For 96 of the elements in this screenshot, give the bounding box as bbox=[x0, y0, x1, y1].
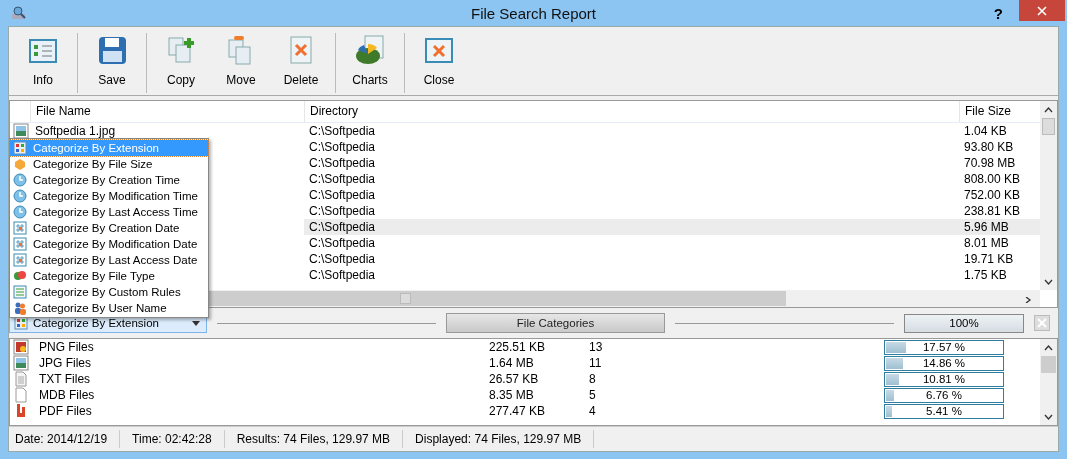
table-cell-text: 1.04 KB bbox=[963, 123, 1008, 139]
vertical-scrollbar[interactable] bbox=[1040, 101, 1057, 290]
calendar-icon bbox=[13, 237, 27, 251]
toolbar-button[interactable]: Info bbox=[13, 31, 73, 95]
documents-icon bbox=[165, 34, 197, 66]
menu-item[interactable]: Categorize By Modification Date bbox=[10, 236, 208, 252]
toolbar-button[interactable]: Save bbox=[82, 31, 142, 95]
status-text: Time: 02:42:28 bbox=[126, 430, 225, 448]
column-header[interactable]: Directory bbox=[304, 101, 959, 122]
column-header[interactable]: File Name bbox=[30, 101, 304, 122]
file-categories-button[interactable]: File Categories bbox=[446, 313, 665, 333]
category-name: TXT Files bbox=[38, 371, 92, 387]
percent-bar: 17.57 % bbox=[884, 339, 1004, 355]
table-cell-text: 808.00 KB bbox=[963, 171, 1022, 187]
status-text: Date: 2014/12/19 bbox=[9, 430, 121, 448]
list-icon bbox=[13, 285, 27, 299]
vertical-scrollbar[interactable] bbox=[1040, 339, 1057, 425]
menu-item[interactable]: Categorize By Last Access Date bbox=[10, 252, 208, 268]
toolbar-button[interactable]: Copy bbox=[151, 31, 211, 95]
status-text: Results: 74 Files, 129.97 MB bbox=[230, 430, 404, 448]
table-cell-text: C:\Softpedia bbox=[308, 139, 377, 155]
menu-item[interactable]: Categorize By Creation Date bbox=[10, 220, 208, 236]
help-button[interactable]: ? bbox=[993, 5, 1003, 22]
table-cell-text: C:\Softpedia bbox=[308, 123, 377, 139]
table-cell-text: C:\Softpedia bbox=[308, 171, 377, 187]
clock-icon bbox=[13, 173, 27, 187]
table-cell-text: Softpedia 1.jpg bbox=[34, 123, 117, 139]
clock-icon bbox=[13, 205, 27, 219]
table-cell-text: C:\Softpedia bbox=[308, 219, 377, 235]
category-size: 225.51 KB bbox=[488, 339, 547, 355]
close-icon bbox=[1037, 318, 1047, 328]
calendar-icon bbox=[13, 253, 27, 267]
menu-item[interactable]: Categorize By Last Access Time bbox=[10, 204, 208, 220]
category-count: 4 bbox=[588, 403, 597, 419]
scrollbar-thumb[interactable] bbox=[1042, 118, 1055, 135]
category-count: 8 bbox=[588, 371, 597, 387]
category-name: JPG Files bbox=[38, 355, 92, 371]
table-cell-text: 1.75 KB bbox=[963, 267, 1008, 283]
table-cell-text: 19.71 KB bbox=[963, 251, 1015, 267]
image-file-icon bbox=[13, 355, 29, 371]
table-cell-text: C:\Softpedia bbox=[308, 203, 377, 219]
table-cell-text: 238.81 KB bbox=[963, 203, 1022, 219]
table-cell-text: 8.01 MB bbox=[963, 235, 1010, 251]
table-cell-text: C:\Softpedia bbox=[308, 187, 377, 203]
calendar-icon bbox=[13, 221, 27, 235]
toolbar-button[interactable]: Delete bbox=[271, 31, 331, 95]
category-count: 13 bbox=[588, 339, 604, 355]
hearts-icon bbox=[13, 269, 27, 283]
status-text: Displayed: 74 Files, 129.97 MB bbox=[409, 430, 595, 448]
category-size: 8.35 MB bbox=[488, 387, 535, 403]
category-size: 1.64 MB bbox=[488, 355, 535, 371]
menu-item[interactable]: Categorize By Creation Time bbox=[10, 172, 208, 188]
menu-item[interactable]: Categorize By Custom Rules bbox=[10, 284, 208, 300]
scrollbar-thumb[interactable] bbox=[1041, 356, 1056, 373]
category-name: MDB Files bbox=[38, 387, 96, 403]
clock-icon bbox=[13, 189, 27, 203]
category-count: 5 bbox=[588, 387, 597, 403]
category-name: PDF Files bbox=[38, 403, 93, 419]
window-title: File Search Report bbox=[470, 4, 597, 22]
percent-bar: 5.41 % bbox=[884, 403, 1004, 419]
menu-item[interactable]: Categorize By User Name bbox=[10, 300, 208, 316]
table-cell-text: C:\Softpedia bbox=[308, 155, 377, 171]
grid-icon bbox=[13, 141, 27, 155]
toolbar-button[interactable]: Move bbox=[211, 31, 271, 95]
scrollbar-thumb[interactable] bbox=[400, 293, 411, 304]
table-cell-text: 70.98 MB bbox=[963, 155, 1017, 171]
menu-item[interactable]: Categorize By File Type bbox=[10, 268, 208, 284]
column-header[interactable]: File Size bbox=[959, 101, 1039, 122]
percent-bar: 14.86 % bbox=[884, 355, 1004, 371]
app-icon bbox=[11, 5, 27, 21]
table-row[interactable]: C:\Softpedia 5.96 MB bbox=[304, 219, 1040, 235]
table-cell-text: 93.80 KB bbox=[963, 139, 1015, 155]
menu-item[interactable]: Categorize By Modification Time bbox=[10, 188, 208, 204]
table-cell-text: C:\Softpedia bbox=[308, 251, 377, 267]
pie-chart-icon bbox=[354, 34, 386, 66]
table-cell-text: C:\Softpedia bbox=[308, 235, 377, 251]
menu-item[interactable]: Categorize By File Size bbox=[10, 156, 208, 172]
toolbar-button[interactable]: Charts bbox=[340, 31, 400, 95]
percent-bar: 6.76 % bbox=[884, 387, 1004, 403]
category-name: PNG Files bbox=[38, 339, 95, 355]
close-button[interactable] bbox=[1019, 0, 1065, 21]
table-cell-text: 5.96 MB bbox=[963, 219, 1010, 235]
caret-icon bbox=[192, 320, 200, 326]
table-cell-text: 752.00 KB bbox=[963, 187, 1022, 203]
text-file-icon bbox=[13, 371, 29, 387]
blank-file-icon bbox=[13, 387, 29, 403]
category-count: 11 bbox=[588, 355, 603, 371]
category-size: 277.47 KB bbox=[488, 403, 547, 419]
category-size: 26.57 KB bbox=[488, 371, 540, 387]
toolbar-button[interactable]: Close bbox=[409, 31, 469, 95]
progress-bar: 100% bbox=[904, 313, 1024, 333]
percent-bar: 10.81 % bbox=[884, 371, 1004, 387]
clear-button[interactable] bbox=[1034, 315, 1050, 331]
users-icon bbox=[13, 301, 27, 315]
close-icon bbox=[1037, 5, 1047, 16]
table-cell-text: C:\Softpedia bbox=[308, 267, 377, 283]
